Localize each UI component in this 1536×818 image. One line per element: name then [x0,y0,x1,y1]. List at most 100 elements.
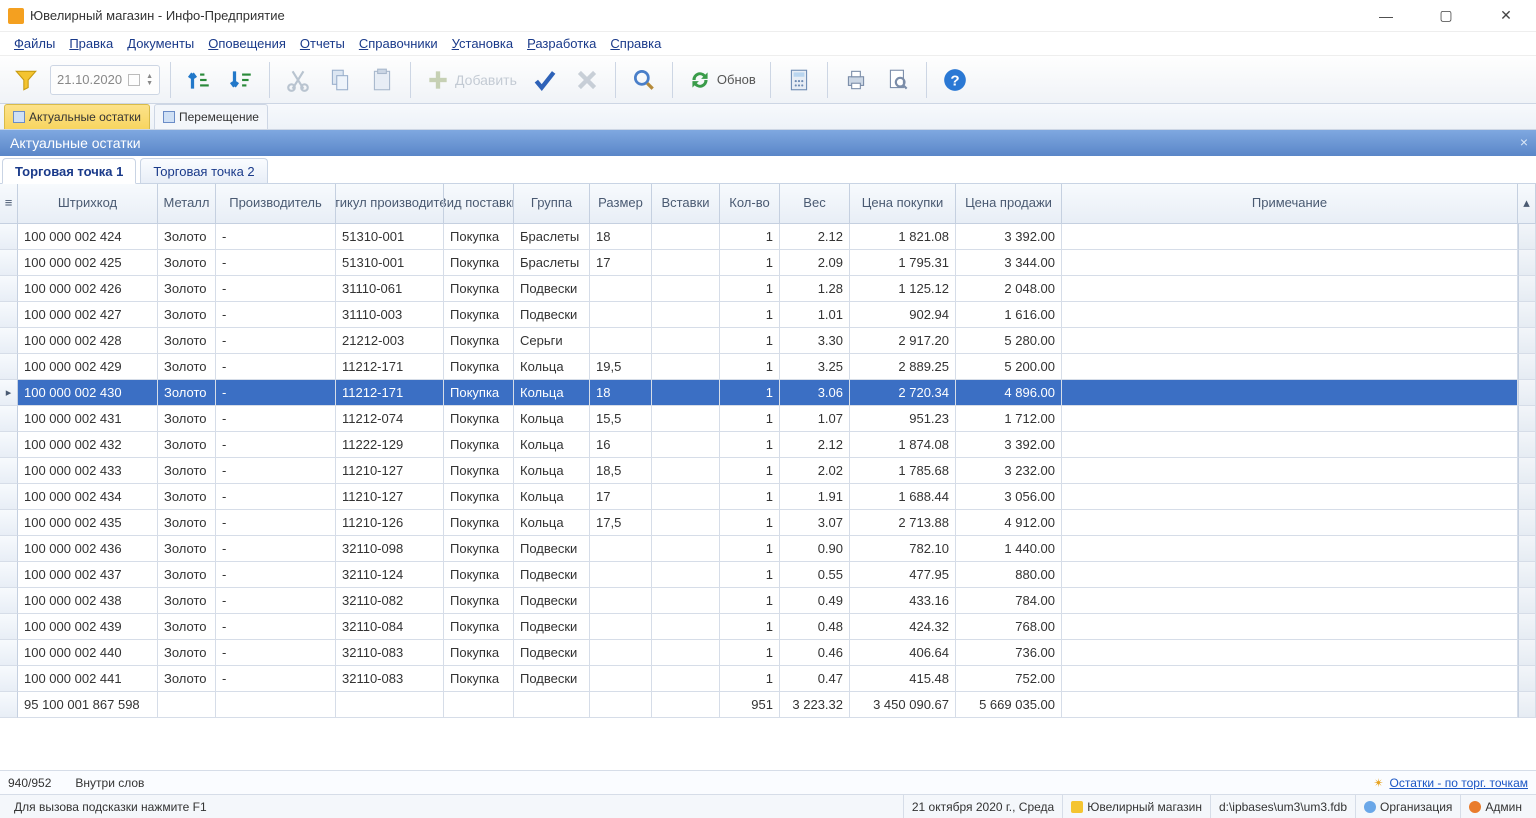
table-cell[interactable]: 32110-083 [336,640,444,666]
table-cell[interactable]: 2 889.25 [850,354,956,380]
table-cell[interactable]: - [216,510,336,536]
table-cell[interactable]: 0.55 [780,562,850,588]
table-cell[interactable]: 477.95 [850,562,956,588]
menu-справка[interactable]: Справка [610,36,661,51]
table-cell[interactable]: Золото [158,250,216,276]
table-cell[interactable]: Золото [158,640,216,666]
preview-button[interactable] [880,62,916,98]
table-cell[interactable]: Подвески [514,562,590,588]
table-cell[interactable]: 1 [720,328,780,354]
table-cell[interactable]: 11210-126 [336,510,444,536]
table-cell[interactable]: Кольца [514,354,590,380]
table-cell[interactable]: 4 896.00 [956,380,1062,406]
print-button[interactable] [838,62,874,98]
table-cell[interactable]: 31110-003 [336,302,444,328]
table-cell[interactable]: 0.90 [780,536,850,562]
table-cell[interactable]: 11212-074 [336,406,444,432]
table-cell[interactable]: Покупка [444,302,514,328]
table-cell[interactable]: 18 [590,380,652,406]
table-cell[interactable]: Покупка [444,484,514,510]
table-cell[interactable] [652,510,720,536]
table-cell[interactable]: Покупка [444,250,514,276]
menu-установка[interactable]: Установка [452,36,513,51]
close-button[interactable]: ✕ [1484,2,1528,30]
table-cell[interactable]: 1 [720,536,780,562]
table-cell[interactable]: 1.28 [780,276,850,302]
table-cell[interactable]: 17 [590,484,652,510]
table-cell[interactable] [1062,406,1518,432]
table-cell[interactable] [1062,562,1518,588]
table-cell[interactable]: 0.48 [780,614,850,640]
table-cell[interactable]: 1.01 [780,302,850,328]
table-cell[interactable]: Покупка [444,666,514,692]
table-cell[interactable]: 100 000 002 432 [18,432,158,458]
table-cell[interactable] [590,614,652,640]
table-cell[interactable]: 1 795.31 [850,250,956,276]
table-cell[interactable]: 1 874.08 [850,432,956,458]
table-cell[interactable]: Покупка [444,276,514,302]
table-cell[interactable]: 1 125.12 [850,276,956,302]
delete-button[interactable] [569,62,605,98]
column-header[interactable]: Производитель [216,184,336,224]
table-cell[interactable]: 1 616.00 [956,302,1062,328]
column-header[interactable]: Вес [780,184,850,224]
table-cell[interactable]: 32110-082 [336,588,444,614]
table-cell[interactable]: 11210-127 [336,484,444,510]
table-cell[interactable] [652,380,720,406]
table-cell[interactable]: 15,5 [590,406,652,432]
table-cell[interactable]: Золото [158,224,216,250]
copy-button[interactable] [322,62,358,98]
table-cell[interactable]: Кольца [514,406,590,432]
table-cell[interactable] [590,588,652,614]
table-cell[interactable]: Золото [158,458,216,484]
table-cell[interactable]: 784.00 [956,588,1062,614]
table-cell[interactable]: 1 785.68 [850,458,956,484]
confirm-button[interactable] [527,62,563,98]
table-cell[interactable]: 1 [720,302,780,328]
table-cell[interactable]: 0.46 [780,640,850,666]
table-cell[interactable]: Браслеты [514,250,590,276]
table-cell[interactable]: Кольца [514,432,590,458]
table-cell[interactable]: 1.91 [780,484,850,510]
table-cell[interactable]: 11212-171 [336,380,444,406]
table-cell[interactable]: 51310-001 [336,250,444,276]
table-cell[interactable]: - [216,406,336,432]
table-cell[interactable]: 2.02 [780,458,850,484]
minimize-button[interactable]: — [1364,2,1408,30]
table-cell[interactable]: - [216,458,336,484]
table-cell[interactable]: Кольца [514,458,590,484]
table-cell[interactable]: 880.00 [956,562,1062,588]
report-link[interactable]: Остатки - по торг. точкам [1390,776,1528,790]
table-cell[interactable]: 2 048.00 [956,276,1062,302]
table-cell[interactable]: Золото [158,588,216,614]
table-cell[interactable]: 17,5 [590,510,652,536]
table-cell[interactable]: Золото [158,666,216,692]
table-cell[interactable] [590,536,652,562]
table-cell[interactable]: 768.00 [956,614,1062,640]
table-cell[interactable]: 11222-129 [336,432,444,458]
table-cell[interactable]: 5 280.00 [956,328,1062,354]
table-cell[interactable]: 100 000 002 439 [18,614,158,640]
table-cell[interactable]: 100 000 002 433 [18,458,158,484]
table-cell[interactable] [1062,276,1518,302]
table-cell[interactable] [1062,432,1518,458]
table-cell[interactable]: 902.94 [850,302,956,328]
table-cell[interactable] [1062,666,1518,692]
table-cell[interactable]: 1 [720,458,780,484]
help-button[interactable]: ? [937,62,973,98]
table-cell[interactable]: 736.00 [956,640,1062,666]
search-button[interactable] [626,62,662,98]
add-button[interactable]: Добавить [421,62,521,98]
table-cell[interactable]: - [216,276,336,302]
table-cell[interactable] [1062,588,1518,614]
table-cell[interactable]: 1 [720,588,780,614]
column-header[interactable]: Размер [590,184,652,224]
table-cell[interactable]: 100 000 002 424 [18,224,158,250]
menu-правка[interactable]: Правка [69,36,113,51]
table-cell[interactable]: 1 [720,484,780,510]
table-cell[interactable] [652,666,720,692]
table-cell[interactable]: 1 [720,406,780,432]
table-cell[interactable]: 1 [720,562,780,588]
table-cell[interactable]: - [216,614,336,640]
table-cell[interactable]: 100 000 002 430 [18,380,158,406]
